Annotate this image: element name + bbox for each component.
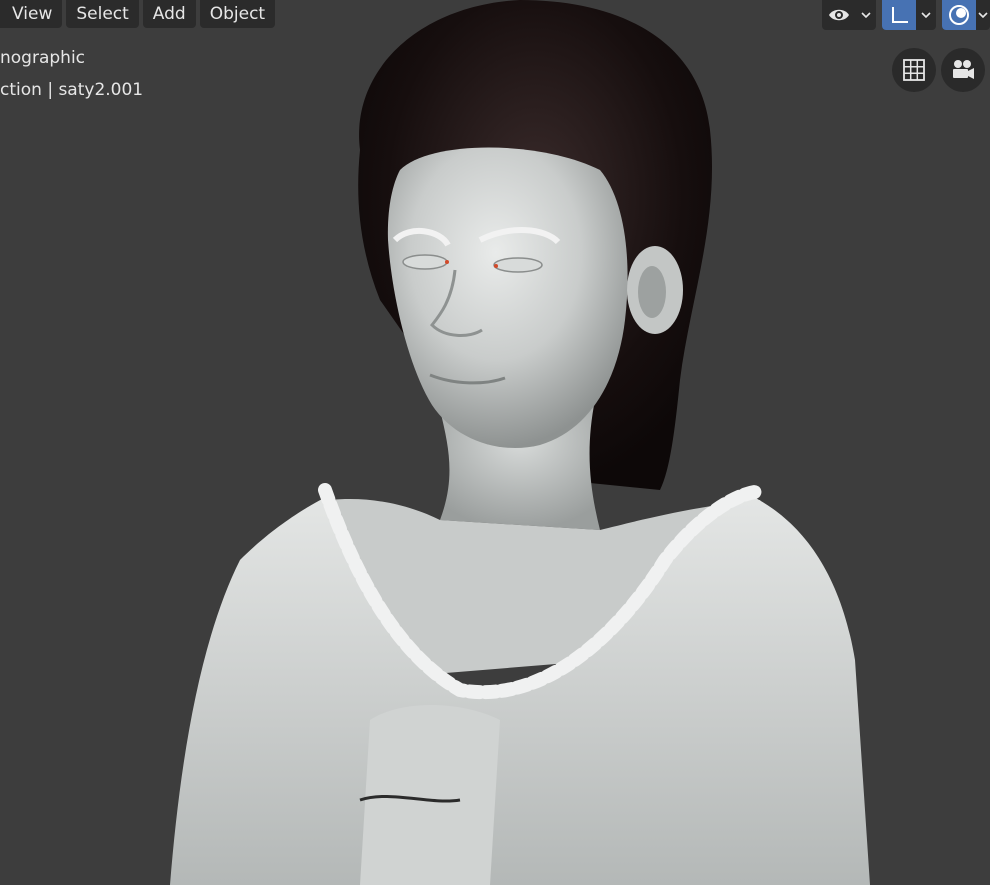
chevron-down-icon[interactable] bbox=[976, 0, 990, 30]
visibility-group bbox=[822, 0, 876, 30]
select-menu[interactable]: Select bbox=[66, 0, 139, 28]
camera-icon bbox=[950, 58, 976, 82]
camera-view-button[interactable] bbox=[941, 48, 985, 92]
grid-icon bbox=[902, 58, 926, 82]
view-mode-label: nographic bbox=[0, 48, 86, 68]
header-menu: View Select Add Object bbox=[0, 0, 276, 28]
object-menu[interactable]: Object bbox=[199, 0, 276, 28]
grid-view-button[interactable] bbox=[892, 48, 936, 92]
chevron-down-icon[interactable] bbox=[916, 0, 936, 30]
overlays-group bbox=[942, 0, 990, 30]
collection-label: ction | saty2.001 bbox=[0, 80, 144, 100]
eye-icon[interactable] bbox=[822, 0, 856, 30]
3d-viewport[interactable]: View Select Add Object nographic ction |… bbox=[0, 0, 990, 885]
view-menu[interactable]: View bbox=[0, 0, 63, 28]
overlays-icon[interactable] bbox=[942, 0, 976, 30]
sculpt-model bbox=[170, 0, 870, 885]
chevron-down-icon[interactable] bbox=[856, 0, 876, 30]
add-menu[interactable]: Add bbox=[142, 0, 196, 28]
axis-gizmo-icon[interactable] bbox=[882, 0, 916, 30]
header-tools bbox=[822, 0, 990, 30]
gizmo-group bbox=[882, 0, 936, 30]
